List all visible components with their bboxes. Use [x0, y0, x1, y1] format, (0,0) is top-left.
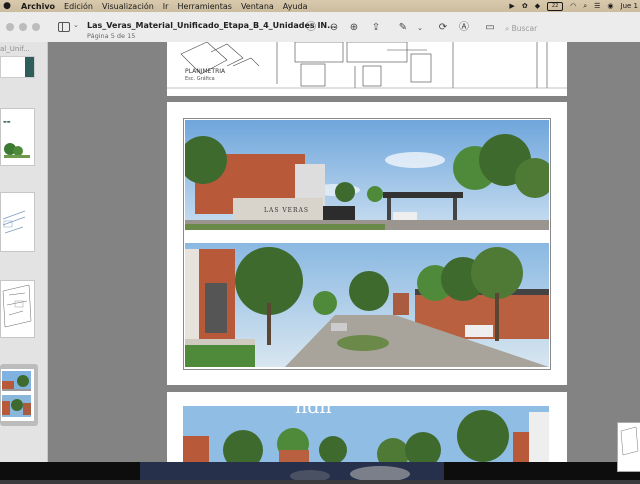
sidebar-title: al_Unif...: [0, 45, 30, 53]
thumbnail-page-2-art: ▬▬: [3, 119, 30, 158]
page-6: hdh: [167, 392, 567, 462]
page-4: PLANIMETRIA Esc. Gráfica: [167, 42, 567, 96]
thumbnail-sidebar: al_Unif... ▬▬: [0, 42, 48, 462]
siri-icon[interactable]: ◉: [607, 2, 613, 10]
entrance-render: [185, 120, 549, 230]
thumbnail-page-2[interactable]: ▬▬: [0, 108, 35, 166]
markup-pen-icon[interactable]: ✎: [397, 22, 409, 34]
share-icon[interactable]: ⇪: [370, 22, 382, 34]
control-center-icon[interactable]: ☰: [594, 2, 600, 10]
page-5: LAS VERAS: [167, 102, 567, 385]
screenshot-thumbnail-art: [620, 426, 639, 456]
search-placeholder: Buscar: [511, 24, 538, 33]
battery-icon[interactable]: 22: [547, 1, 564, 11]
search-icon-menubar[interactable]: ⌕: [583, 2, 587, 11]
hdh-logo: hdh: [295, 396, 332, 418]
thumbnail-page-3[interactable]: [0, 192, 35, 252]
screenshot-thumbnail[interactable]: [617, 422, 640, 472]
thumbnail-page-4-art: [2, 284, 32, 328]
wifi-icon[interactable]: ◠: [570, 2, 576, 10]
dock-background-art: [140, 462, 444, 482]
plan-scale: Esc. Gráfica: [185, 76, 215, 82]
dock: [140, 462, 444, 482]
play-icon[interactable]: ▶: [509, 2, 514, 10]
clock[interactable]: Jue 1: [621, 2, 639, 10]
info-icon[interactable]: ⓘ: [305, 22, 317, 34]
thumbnail-page-1[interactable]: [0, 56, 35, 78]
document-view[interactable]: PLANIMETRIA Esc. Gráfica LAS VERAS hdh: [48, 42, 640, 462]
menu-archivo[interactable]: Archivo: [21, 2, 55, 11]
window-controls: [6, 23, 40, 31]
street-render: [185, 243, 549, 367]
annotate-icon[interactable]: Ⓐ: [458, 22, 470, 34]
site-plan-drawing: [167, 42, 567, 89]
fullscreen-button[interactable]: [32, 23, 40, 31]
apple-icon[interactable]: ●: [2, 1, 12, 11]
plan-label: PLANIMETRIA: [185, 68, 226, 75]
paw-icon[interactable]: ✿: [522, 2, 528, 10]
menu-edicion[interactable]: Edición: [64, 2, 93, 11]
preview-toolbar: ⌄ Las_Veras_Material_Unificado_Etapa_B_4…: [0, 12, 640, 43]
thumbnail-page-4[interactable]: [0, 280, 35, 338]
svg-text:▬▬: ▬▬: [3, 119, 11, 124]
zoom-in-icon[interactable]: ⊕: [348, 22, 360, 34]
renders-frame: LAS VERAS: [183, 118, 551, 370]
document-title: Las_Veras_Material_Unificado_Etapa_B_4_U…: [87, 21, 337, 30]
thumbnail-page-5-art: [2, 371, 31, 417]
menu-ventana[interactable]: Ventana: [241, 2, 274, 11]
page-6-render: [183, 406, 549, 462]
thumbnail-page-3-art: [2, 210, 26, 234]
close-button[interactable]: [6, 23, 14, 31]
minimize-button[interactable]: [19, 23, 27, 31]
menu-ir[interactable]: Ir: [163, 2, 169, 11]
zoom-out-icon[interactable]: ⊖: [328, 22, 340, 34]
menu-bar: ● Archivo Edición Visualización Ir Herra…: [0, 0, 640, 12]
rotate-icon[interactable]: ⟳: [437, 22, 449, 34]
las-veras-logo: LAS VERAS: [264, 207, 310, 214]
search-field[interactable]: ⌕ Buscar: [505, 22, 635, 36]
page-indicator: Página 5 de 15: [87, 32, 136, 40]
chevron-down-icon[interactable]: ⌄: [73, 21, 79, 29]
menu-ayuda[interactable]: Ayuda: [283, 2, 308, 11]
markup-chevron-icon[interactable]: ⌄: [414, 22, 426, 34]
menu-herramientas[interactable]: Herramientas: [177, 2, 232, 11]
status-area: ▶ ✿ ◆ 22 ◠ ⌕ ☰ ◉ Jue 1: [509, 0, 638, 12]
menu-visualizacion[interactable]: Visualización: [102, 2, 154, 11]
search-icon: ⌕: [505, 24, 510, 33]
dropbox-icon[interactable]: ◆: [535, 2, 540, 10]
sidebar-toggle-icon[interactable]: [58, 22, 70, 32]
form-fill-icon[interactable]: ▭: [484, 22, 496, 34]
thumbnail-page-5[interactable]: [0, 368, 35, 422]
